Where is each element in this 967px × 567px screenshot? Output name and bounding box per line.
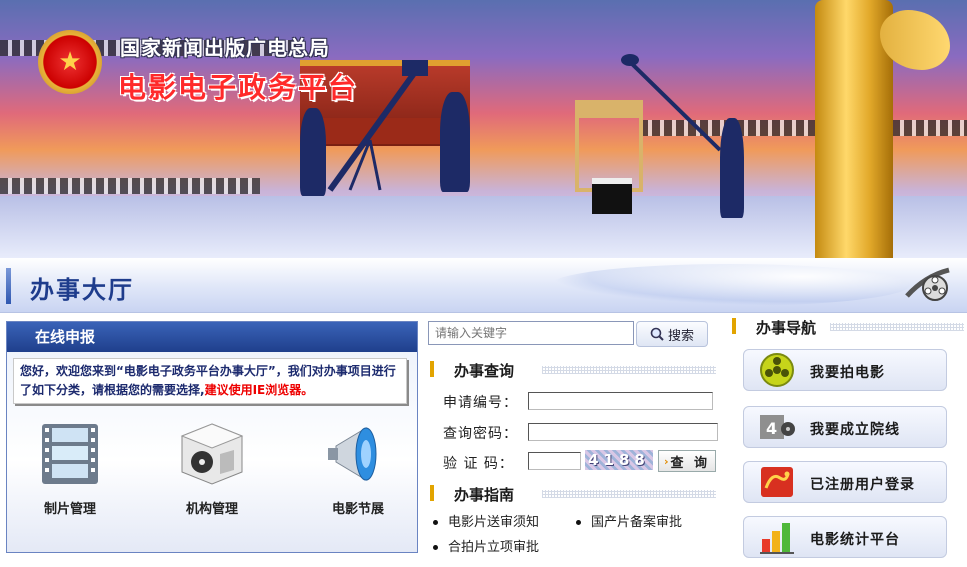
application-number-field[interactable] [528,392,713,410]
category-film-festival[interactable]: 电影节展 [303,420,413,517]
arrow-icon: › [663,454,669,468]
film-reel-icon [760,353,794,387]
dragon-icon [761,467,793,497]
nav-button-label: 我要拍电影 [810,365,885,381]
query-password-field[interactable] [528,423,718,441]
svg-text:4: 4 [766,419,777,438]
search-icon [650,327,664,341]
nav-user-login-button[interactable]: 已注册用户登录 [743,461,947,503]
guide-section-header: 办事指南 [430,485,716,504]
bar-chart-icon [760,523,794,554]
dotted-divider [542,490,716,498]
category-production-management[interactable]: 制片管理 [15,420,125,517]
nav-establish-circuit-button[interactable]: 4 我要成立院线 [743,406,947,448]
nav-film-statistics-button[interactable]: 电影统计平台 [743,516,947,558]
header-banner: ★ 国家新闻出版广电总局 电影电子政务平台 [0,0,967,258]
panel-title: 在线申报 [7,322,417,352]
film-reel-icon [905,267,950,301]
application-number-label: 申请编号： [443,395,518,411]
section-title: 办事指南 [454,486,515,504]
film-box-icon [180,423,244,485]
film-strip-icon [42,424,98,484]
guide-link[interactable]: 国产片备案审批 [576,511,682,530]
category-label: 电影节展 [331,502,384,517]
query-section-header: 办事查询 [430,361,716,380]
query-button[interactable]: › 查 询 [658,450,716,472]
dotted-divider [830,323,964,331]
section-accent-bar [430,361,434,377]
section-accent-bar [430,485,434,501]
search-button[interactable]: 搜索 [636,321,708,347]
national-emblem-icon: ★ [38,30,102,94]
title-accent-bar [6,268,11,304]
browser-tip: 建议使用IE浏览器。 [204,383,314,397]
guide-link[interactable]: 电影片送审须知 [433,511,539,530]
org-name: 国家新闻出版广电总局 [120,36,330,60]
hall-title-bar: 办事大厅 [0,258,967,313]
nav-section-header: 办事导航 [732,318,964,337]
platform-title: 电影电子政务平台 [118,71,359,104]
online-declaration-panel: 在线申报 您好，欢迎您来到“电影电子政务平台办事大厅”，我们对办事项目进行了如下… [6,321,418,553]
megaphone-icon [328,427,377,481]
guide-link[interactable]: 合拍片立项审批 [433,536,539,555]
wave-decoration [550,264,910,306]
query-password-label: 查询密码： [443,426,518,442]
nav-make-film-button[interactable]: 我要拍电影 [743,349,947,391]
section-accent-bar [732,318,736,334]
captcha-field[interactable] [528,452,581,470]
nav-button-label: 我要成立院线 [810,422,900,438]
category-label: 机构管理 [185,502,238,517]
captcha-image[interactable]: 4188 [585,450,653,470]
welcome-notice: 您好，欢迎您来到“电影电子政务平台办事大厅”，我们对办事项目进行了如下分类，请根… [13,358,407,404]
search-button-label: 搜索 [667,328,694,344]
hall-title: 办事大厅 [30,276,134,304]
dotted-divider [542,366,716,374]
nav-button-label: 电影统计平台 [810,532,900,548]
captcha-label: 验 证 码： [443,456,514,472]
section-title: 办事查询 [454,362,515,380]
film-strip-decoration [0,178,260,194]
search-input[interactable] [428,321,634,345]
projector-icon: 4 [760,415,795,439]
clapperboard-icon [592,178,632,214]
section-title: 办事导航 [756,319,817,337]
category-label: 制片管理 [43,502,96,517]
query-button-label: 查 询 [670,455,711,471]
category-institution-management[interactable]: 机构管理 [157,420,267,517]
nav-button-label: 已注册用户登录 [810,477,915,493]
